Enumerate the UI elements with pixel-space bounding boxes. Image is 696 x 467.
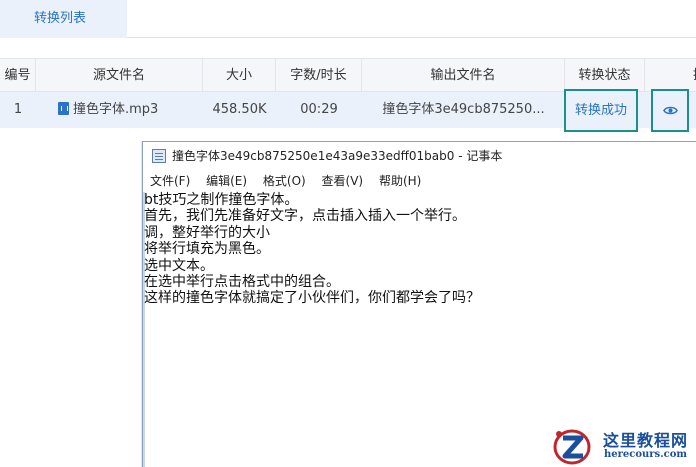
header-index: 编号 — [0, 59, 36, 92]
menu-format[interactable]: 格式(O) — [263, 170, 306, 192]
eye-icon — [663, 106, 678, 115]
header-duration: 字数/时长 — [276, 59, 362, 92]
row-duration: 00:29 — [300, 102, 338, 117]
menu-help[interactable]: 帮助(H) — [379, 170, 421, 192]
status-badge: 转换成功 — [564, 89, 638, 132]
menu-file[interactable]: 文件(F) — [150, 170, 190, 192]
tab-conversion-list[interactable]: 转换列表 — [0, 0, 127, 38]
watermark: 这里教程网 herecours.com — [550, 425, 696, 467]
text-line: bt技巧之制作撞色字体。 — [144, 192, 299, 208]
text-line: 在选中举行点击格式中的组合。 — [144, 274, 340, 291]
row-source-name: 撞色字体.mp3 — [36, 92, 203, 128]
menu-edit[interactable]: 编辑(E) — [206, 170, 247, 192]
notepad-text-area[interactable]: bt技巧之制作撞色字体。 首先，我们先准备好文字，点击插入插入一个举行。 调，整… — [144, 192, 684, 307]
notepad-title: 撞色字体3e49cb875250e1e43a9e33edff01bab0 - 记… — [172, 149, 503, 163]
notepad-window[interactable]: 撞色字体3e49cb875250e1e43a9e33edff01bab0 - 记… — [142, 141, 696, 467]
header-output-name: 输出文件名 — [362, 59, 565, 92]
text-line: 这样的撞色字体就搞定了小伙伴们，你们都学会了吗？ — [144, 290, 480, 307]
menu-view[interactable]: 查看(V) — [322, 170, 364, 192]
watermark-logo-icon — [553, 429, 591, 465]
text-line: 调，整好举行的大小 — [144, 224, 270, 241]
table-header: 编号 源文件名 大小 字数/时长 输出文件名 转换状态 操 — [0, 58, 696, 92]
header-actions: 操 — [645, 59, 696, 92]
watermark-name: 这里教程网 — [603, 431, 689, 450]
row-output-name: 撞色字体3e49cb875250... — [382, 102, 545, 117]
watermark-url: herecours.com — [604, 449, 688, 460]
converter-app: 转换列表 编号 源文件名 大小 字数/时长 输出文件名 转换状态 操 1 撞色字… — [0, 0, 696, 467]
tab-bar: 转换列表 — [0, 0, 696, 38]
header-status: 转换状态 — [565, 59, 645, 92]
text-line: 选中文本。 — [144, 257, 214, 274]
notepad-menu-bar: 文件(F) 编辑(E) 格式(O) 查看(V) 帮助(H) — [143, 170, 696, 192]
notepad-icon — [152, 149, 166, 163]
preview-button[interactable] — [651, 89, 689, 132]
header-size: 大小 — [203, 59, 276, 92]
source-file-label: 撞色字体.mp3 — [73, 102, 159, 117]
text-line: 将举行填充为黑色。 — [144, 241, 270, 258]
header-source-name: 源文件名 — [36, 59, 203, 92]
audio-file-icon — [58, 102, 69, 115]
row-size: 458.50K — [212, 102, 267, 117]
row-index: 1 — [13, 102, 23, 117]
text-line: 首先，我们先准备好文字，点击插入插入一个举行。 — [144, 208, 466, 225]
notepad-title-bar[interactable]: 撞色字体3e49cb875250e1e43a9e33edff01bab0 - 记… — [143, 142, 696, 170]
